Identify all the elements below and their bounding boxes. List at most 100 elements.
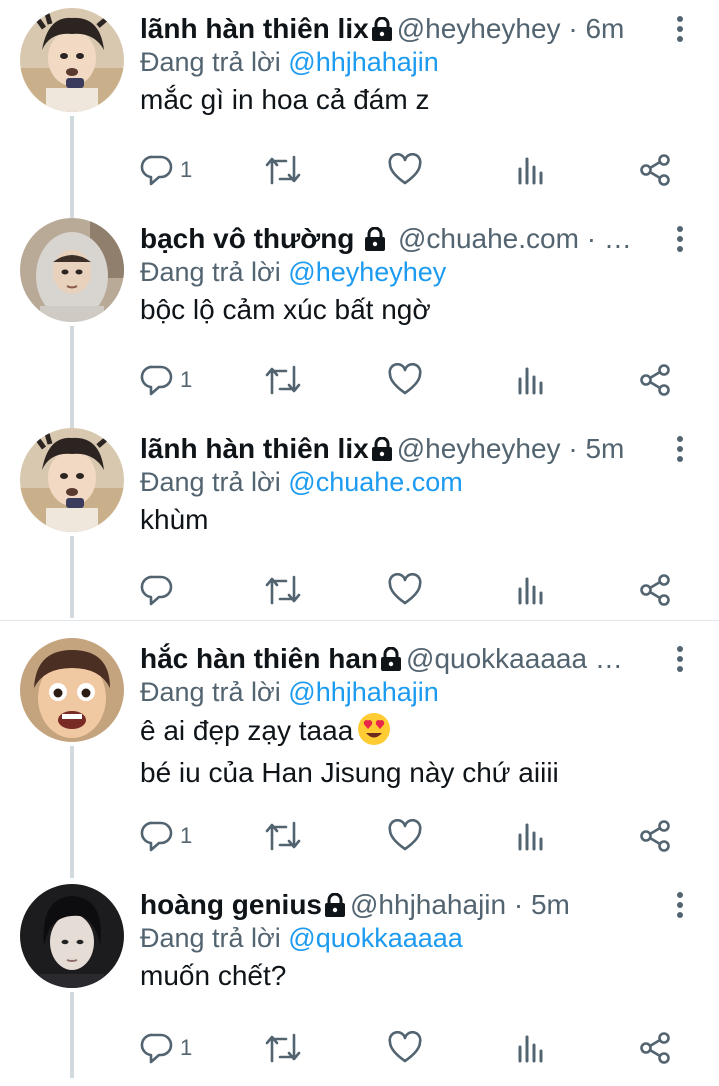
share-button[interactable] [638,150,672,190]
tweet[interactable]: bạch vô thường @chuahe.com · … Đang trả … [0,210,719,420]
reply-count: 1 [180,367,193,392]
avatar[interactable] [20,638,124,742]
reply-count: 1 [180,1035,193,1060]
share-icon [640,154,670,186]
retweet-icon [265,575,301,605]
like-button[interactable] [388,816,422,856]
replying-to: Đang trả lời @hhjhahajin [140,44,439,80]
user-handle[interactable]: @chuahe.com · … [398,223,632,254]
tweet-header: lãnh hàn thiên lix @heyheyhey · 6m [140,10,671,48]
reply-button[interactable]: 1 [140,150,192,190]
display-name[interactable]: hắc hàn thiên han [140,643,378,674]
tweet[interactable]: hoàng genius @hhjhahajin · 5m Đang trả lờ… [0,876,719,1086]
tweet-text-line: mắc gì in hoa cả đám z [140,84,430,115]
like-button[interactable] [388,150,422,190]
tweet-text-line: khùm [140,504,209,535]
timestamp[interactable]: · 5m [568,433,624,464]
tweet-text-line: bé iu của Han Jisung này chứ aiiii [140,757,559,788]
share-button[interactable] [638,570,672,610]
heart-eyes-emoji [357,712,391,755]
tweet-header: lãnh hàn thiên lix @heyheyhey · 5m [140,430,671,468]
tweet-text-line-content: ê ai đẹp zạy taaa [140,715,354,746]
views-button[interactable] [516,816,546,856]
reply-mention[interactable]: @heyheyhey [288,257,446,287]
action-bar: 1 [140,1028,680,1068]
tweet-text-line: muốn chết? [140,960,287,991]
avatar[interactable] [20,218,124,322]
replying-to: Đang trả lời @hhjhahajin [140,674,439,710]
reply-mention[interactable]: @chuahe.com [288,467,463,497]
avatar[interactable] [20,428,124,532]
views-icon [518,367,543,395]
share-button[interactable] [638,360,672,400]
more-icon[interactable] [675,226,685,254]
reply-button[interactable]: 1 [140,360,192,400]
views-button[interactable] [516,150,546,190]
user-handle[interactable]: @heyheyhey [397,433,561,464]
tweet[interactable]: lãnh hàn thiên lix @heyheyhey · 5m Đang t… [0,420,719,630]
views-icon [518,823,543,851]
user-handle[interactable]: @quokkaaaaa … [406,643,623,674]
retweet-button[interactable] [264,570,302,610]
reply-icon [140,575,173,606]
views-icon [518,1035,543,1063]
user-handle[interactable]: @hhjhahajin [350,889,506,920]
share-icon [640,820,670,852]
like-button[interactable] [388,360,422,400]
tweet[interactable]: lãnh hàn thiên lix @heyheyhey · 6m Đang t… [0,0,719,210]
display-name[interactable]: lãnh hàn thiên lix [140,433,369,464]
retweet-button[interactable] [264,150,302,190]
retweet-icon [265,821,301,851]
tweet-text-line: ê ai đẹp zạy taaa [140,712,559,755]
views-button[interactable] [516,360,546,400]
reply-button[interactable]: 1 [140,816,192,856]
share-button[interactable] [638,1028,672,1068]
reply-mention[interactable]: @hhjhahajin [288,47,439,77]
share-icon [640,364,670,396]
reply-mention[interactable]: @hhjhahajin [288,677,439,707]
action-bar [140,570,680,610]
views-icon [518,577,543,605]
more-icon[interactable] [675,892,685,920]
tweet-text: ê ai đẹp zạy taaa bé iu của Han Jisung n… [140,712,559,791]
retweet-icon [265,1033,301,1063]
display-name[interactable]: lãnh hàn thiên lix [140,13,369,44]
views-button[interactable] [516,1028,546,1068]
like-button[interactable] [388,570,422,610]
heart-icon [388,1031,422,1063]
tweet-text-line: bộc lộ cảm xúc bất ngờ [140,294,431,325]
retweet-button[interactable] [264,816,302,856]
replying-to: Đang trả lời @chuahe.com [140,464,463,500]
retweet-button[interactable] [264,360,302,400]
tweet-text: mắc gì in hoa cả đám z [140,82,429,118]
heart-icon [388,363,422,395]
timestamp[interactable]: · 6m [568,13,624,44]
more-icon[interactable] [675,16,685,44]
reply-mention[interactable]: @quokkaaaaa [288,923,463,953]
lock-icon [371,433,393,468]
views-button[interactable] [516,570,546,610]
tweet-text: muốn chết? [140,958,286,994]
user-handle[interactable]: @heyheyhey [397,13,561,44]
action-bar: 1 [140,150,680,190]
display-name[interactable]: bạch vô thường [140,223,354,254]
avatar[interactable] [20,8,124,112]
avatar[interactable] [20,884,124,988]
like-button[interactable] [388,1028,422,1068]
share-button[interactable] [638,816,672,856]
lock-icon [380,643,402,678]
tweet[interactable]: hắc hàn thiên han @quokkaaaaa … Đang trả … [0,630,719,876]
more-icon[interactable] [675,646,685,674]
replying-to: Đang trả lời @heyheyhey [140,254,446,290]
timestamp[interactable]: · 5m [514,889,570,920]
tweet-header: hắc hàn thiên han @quokkaaaaa … [140,640,671,678]
retweet-button[interactable] [264,1028,302,1068]
replying-label: Đang trả lời [140,467,281,497]
display-name[interactable]: hoàng genius [140,889,322,920]
heart-icon [388,573,422,605]
reply-button[interactable] [140,570,180,610]
reply-icon [140,821,173,852]
more-icon[interactable] [675,436,685,464]
reply-button[interactable]: 1 [140,1028,192,1068]
tweet-text: bộc lộ cảm xúc bất ngờ [140,292,431,328]
